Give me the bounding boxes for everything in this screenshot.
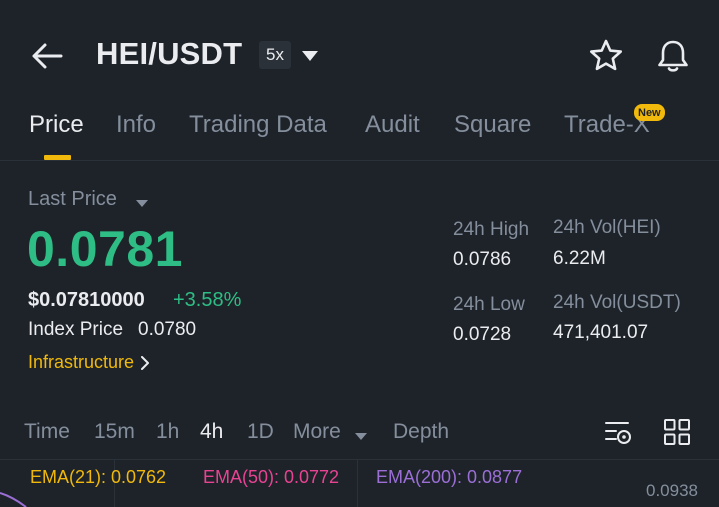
high-24h-label: 24h High	[453, 219, 530, 240]
back-arrow-icon[interactable]	[30, 40, 64, 72]
category-link[interactable]: Infrastructure	[28, 352, 150, 373]
new-badge: New	[634, 104, 665, 121]
timeframe-1d[interactable]: 1D	[247, 420, 274, 444]
grid-layout-icon[interactable]	[663, 418, 691, 446]
timeframe-15m[interactable]: 15m	[94, 420, 135, 444]
low-24h-value: 0.0728	[453, 324, 512, 345]
caret-down-icon[interactable]	[301, 49, 319, 61]
timeframe-1h[interactable]: 1h	[156, 420, 179, 444]
star-icon[interactable]	[588, 38, 624, 74]
bell-icon[interactable]	[655, 38, 691, 74]
index-price-value: 0.0780	[138, 319, 197, 340]
divider	[0, 160, 719, 161]
chart-gridline	[357, 460, 358, 507]
tab-square[interactable]: Square	[454, 111, 531, 139]
tab-price[interactable]: Price	[29, 111, 84, 139]
tab-audit[interactable]: Audit	[365, 111, 420, 139]
vol-base-label: 24h Vol(HEI)	[553, 217, 661, 238]
timeframe-4h[interactable]: 4h	[200, 420, 223, 444]
low-24h-label: 24h Low	[453, 294, 525, 315]
depth-tab[interactable]: Depth	[393, 420, 449, 444]
pair-title[interactable]: HEI/USDT	[96, 36, 242, 72]
high-24h-value: 0.0786	[453, 249, 512, 270]
price-axis-label: 0.0938	[646, 481, 698, 500]
usd-price: $0.07810000	[28, 289, 145, 311]
chevron-right-icon	[141, 355, 150, 370]
ema-21-label: EMA(21): 0.0762	[30, 467, 167, 487]
caret-down-icon[interactable]	[354, 428, 368, 440]
leverage-badge: 5x	[259, 41, 291, 69]
price-change-percent: +3.58%	[173, 289, 242, 311]
category-label: Infrastructure	[28, 352, 135, 372]
vol-quote-label: 24h Vol(USDT)	[553, 292, 681, 313]
last-price-label[interactable]: Last Price	[28, 188, 117, 211]
tab-trading-data[interactable]: Trading Data	[189, 111, 327, 139]
last-price-value: 0.0781	[27, 221, 183, 277]
caret-down-icon[interactable]	[135, 195, 149, 207]
indicator-settings-icon[interactable]	[604, 418, 632, 446]
timeframe-time[interactable]: Time	[24, 420, 70, 444]
ema-200-line	[0, 492, 27, 507]
vol-base-value: 6.22M	[553, 248, 606, 269]
ema-200-label: EMA(200): 0.0877	[376, 467, 523, 487]
vol-quote-value: 471,401.07	[553, 322, 649, 343]
divider	[0, 459, 719, 460]
tab-info[interactable]: Info	[116, 111, 156, 139]
timeframe-more[interactable]: More	[293, 420, 341, 444]
index-price-label: Index Price	[28, 319, 124, 340]
ema-50-label: EMA(50): 0.0772	[203, 467, 340, 487]
